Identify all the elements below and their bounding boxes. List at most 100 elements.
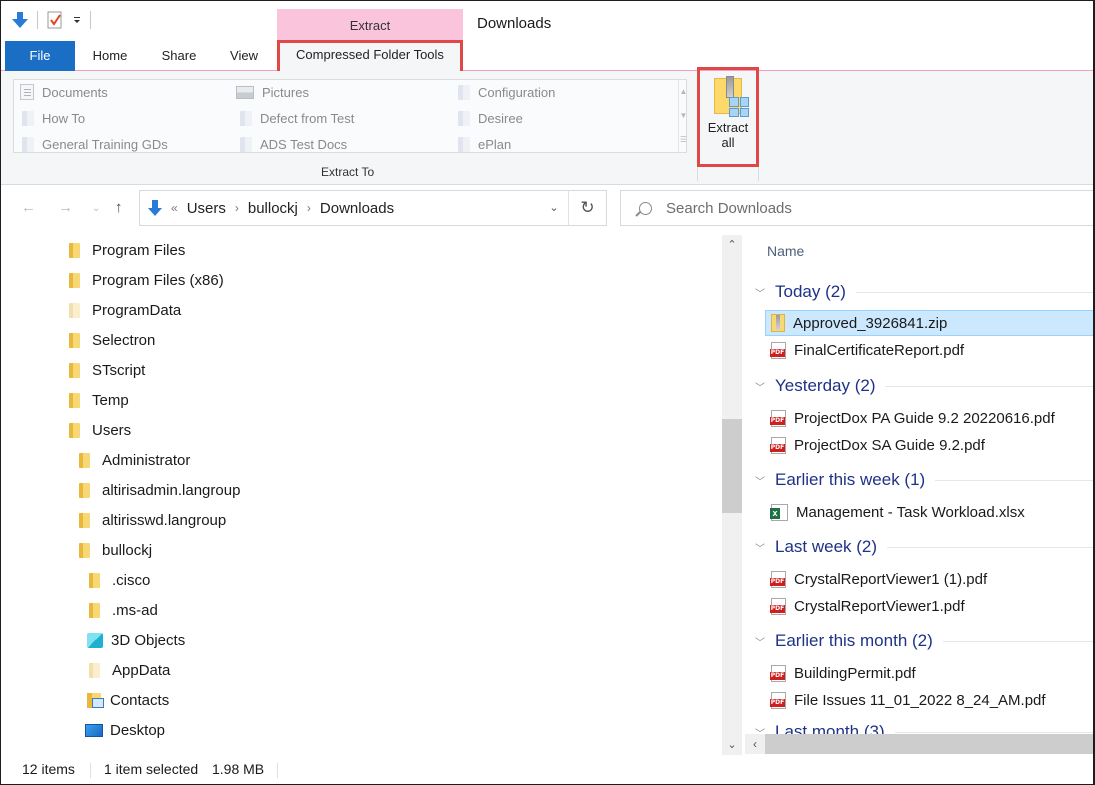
extract-to-how-to[interactable]: How To — [22, 107, 85, 129]
group-header-yesterday[interactable]: ﹀ Yesterday (2) — [755, 373, 1093, 399]
folder-icon — [240, 110, 252, 126]
scroll-left-chevron-icon[interactable]: ‹ — [745, 734, 765, 754]
back-arrow-icon[interactable]: ← — [21, 199, 36, 216]
group-collapse-chevron-icon[interactable]: ﹀ — [755, 285, 769, 300]
group-collapse-chevron-icon[interactable]: ﹀ — [755, 473, 769, 488]
pdf-file-icon — [770, 597, 786, 615]
extract-to-defect-from-test[interactable]: Defect from Test — [240, 107, 354, 129]
file-row[interactable]: File Issues 11_01_2022 8_24_AM.pdf — [765, 687, 1093, 713]
group-collapse-chevron-icon[interactable]: ﹀ — [755, 540, 769, 555]
tab-share[interactable]: Share — [153, 41, 205, 71]
tree-item-cisco[interactable]: .cisco — [89, 565, 150, 595]
file-row[interactable]: ProjectDox SA Guide 9.2.pdf — [765, 432, 1093, 458]
tree-item-administrator[interactable]: Administrator — [79, 445, 190, 475]
tree-item-program-files-x86[interactable]: Program Files (x86) — [69, 265, 224, 295]
extract-all-label-line2: all — [721, 135, 735, 150]
breadcrumb-downloads[interactable]: Downloads — [320, 200, 394, 217]
tree-item-desktop[interactable]: Desktop — [85, 715, 165, 745]
tree-item-altirisswd[interactable]: altirisswd.langroup — [79, 505, 226, 535]
file-row[interactable]: BuildingPermit.pdf — [765, 660, 1093, 686]
breadcrumb-overflow[interactable]: « — [171, 201, 178, 215]
tree-item-3d-objects[interactable]: 3D Objects — [87, 625, 185, 655]
refresh-icon[interactable]: ↻ — [568, 191, 606, 225]
file-name: ProjectDox SA Guide 9.2.pdf — [794, 436, 985, 454]
tab-view[interactable]: View — [221, 41, 267, 71]
gallery-scroll-up-icon[interactable]: ▲ — [679, 80, 688, 104]
scroll-down-chevron-icon[interactable]: ⌄ — [722, 735, 742, 755]
customize-dropdown-icon[interactable] — [72, 14, 82, 26]
tree-item-stscript[interactable]: STscript — [69, 355, 145, 385]
extract-to-eplan[interactable]: ePlan — [458, 133, 511, 155]
group-header-earlier-this-week[interactable]: ﹀ Earlier this week (1) — [755, 467, 1093, 493]
tree-item-program-files[interactable]: Program Files — [69, 235, 185, 265]
navigation-bar: ← → ⌄ ↑ « Users › bullockj › Downloads ⌄… — [1, 186, 1093, 230]
extract-to-pictures[interactable]: Pictures — [236, 81, 309, 103]
pictures-icon — [236, 85, 254, 99]
tree-item-appdata[interactable]: AppData — [89, 655, 170, 685]
horizontal-scrollbar[interactable]: ‹ — [745, 734, 1093, 754]
group-divider — [942, 640, 1093, 642]
folder-icon — [69, 422, 80, 438]
address-history-chevron-icon[interactable]: ⌄ — [540, 191, 568, 225]
tree-item-contacts[interactable]: Contacts — [87, 685, 169, 715]
address-bar[interactable]: « Users › bullockj › Downloads ⌄ ↻ — [139, 190, 607, 226]
tree-item-label: .ms-ad — [112, 601, 158, 619]
folder-icon — [69, 272, 80, 288]
extract-to-ads-test-docs[interactable]: ADS Test Docs — [240, 133, 347, 155]
tree-item-label: ProgramData — [92, 301, 182, 319]
file-row[interactable]: ProjectDox PA Guide 9.2 20220616.pdf — [765, 405, 1093, 431]
group-header-last-week[interactable]: ﹀ Last week (2) — [755, 534, 1093, 560]
folder-icon — [69, 392, 80, 408]
gallery-expand-icon[interactable]: ☰ — [679, 128, 688, 152]
file-row[interactable]: FinalCertificateReport.pdf — [765, 337, 1093, 363]
extract-all-button[interactable]: Extract all — [697, 67, 759, 167]
up-arrow-icon[interactable]: ↑ — [115, 199, 123, 216]
folder-hidden-icon — [89, 662, 100, 678]
gallery-scrollbar[interactable]: ▲ ▼ ☰ — [678, 80, 688, 152]
extract-to-configuration[interactable]: Configuration — [458, 81, 555, 103]
tree-item-programdata[interactable]: ProgramData — [69, 295, 181, 325]
group-collapse-chevron-icon[interactable]: ﹀ — [755, 634, 769, 649]
group-header-today[interactable]: ﹀ Today (2) — [755, 279, 1093, 305]
forward-arrow-icon[interactable]: → — [58, 199, 73, 216]
tree-item-ms-ad[interactable]: .ms-ad — [89, 595, 158, 625]
folder-icon — [458, 110, 470, 126]
status-separator — [90, 763, 91, 778]
file-row[interactable]: CrystalReportViewer1.pdf — [765, 593, 1093, 619]
column-header-name[interactable]: Name — [767, 243, 804, 259]
group-collapse-chevron-icon[interactable]: ﹀ — [755, 379, 769, 394]
group-header-earlier-this-month[interactable]: ﹀ Earlier this month (2) — [755, 628, 1093, 654]
file-row[interactable]: Management - Task Workload.xlsx — [765, 499, 1093, 525]
search-box[interactable]: Search Downloads — [620, 190, 1093, 226]
tree-item-selectron[interactable]: Selectron — [69, 325, 155, 355]
folder-icon — [79, 512, 90, 528]
scrollbar-thumb[interactable] — [722, 419, 742, 513]
downloads-arrow-icon[interactable] — [11, 11, 29, 29]
breadcrumb-users[interactable]: Users — [187, 200, 226, 217]
tree-item-altirisadmin[interactable]: altirisadmin.langroup — [79, 475, 240, 505]
tree-item-label: Program Files (x86) — [92, 271, 224, 289]
extract-to-desiree[interactable]: Desiree — [458, 107, 523, 129]
extract-to-general-training[interactable]: General Training GDs — [22, 133, 168, 155]
tab-file[interactable]: File — [5, 41, 75, 71]
breadcrumb-bullockj[interactable]: bullockj — [248, 200, 298, 217]
tab-home[interactable]: Home — [83, 41, 137, 71]
search-placeholder[interactable]: Search Downloads — [666, 200, 792, 217]
extract-to-documents[interactable]: Documents — [20, 81, 108, 103]
file-name: Management - Task Workload.xlsx — [796, 503, 1025, 521]
vertical-scrollbar[interactable]: ⌃ ⌄ — [722, 235, 742, 755]
breadcrumb-separator-icon[interactable]: › — [235, 201, 239, 215]
tree-item-bullockj[interactable]: bullockj — [79, 535, 152, 565]
tree-item-users[interactable]: Users — [69, 415, 131, 445]
tree-item-label: 3D Objects — [111, 631, 186, 649]
desktop-icon — [85, 723, 103, 737]
breadcrumb-separator-icon[interactable]: › — [307, 201, 311, 215]
recent-locations-chevron-icon[interactable]: ⌄ — [92, 203, 100, 214]
tree-item-temp[interactable]: Temp — [69, 385, 129, 415]
scroll-up-chevron-icon[interactable]: ⌃ — [722, 235, 742, 255]
properties-checkmark-icon[interactable] — [46, 11, 64, 29]
file-row[interactable]: CrystalReportViewer1 (1).pdf — [765, 566, 1093, 592]
file-row-selected[interactable]: Approved_3926841.zip — [765, 310, 1093, 336]
tree-item-label: bullockj — [102, 541, 153, 559]
gallery-scroll-down-icon[interactable]: ▼ — [679, 104, 688, 128]
